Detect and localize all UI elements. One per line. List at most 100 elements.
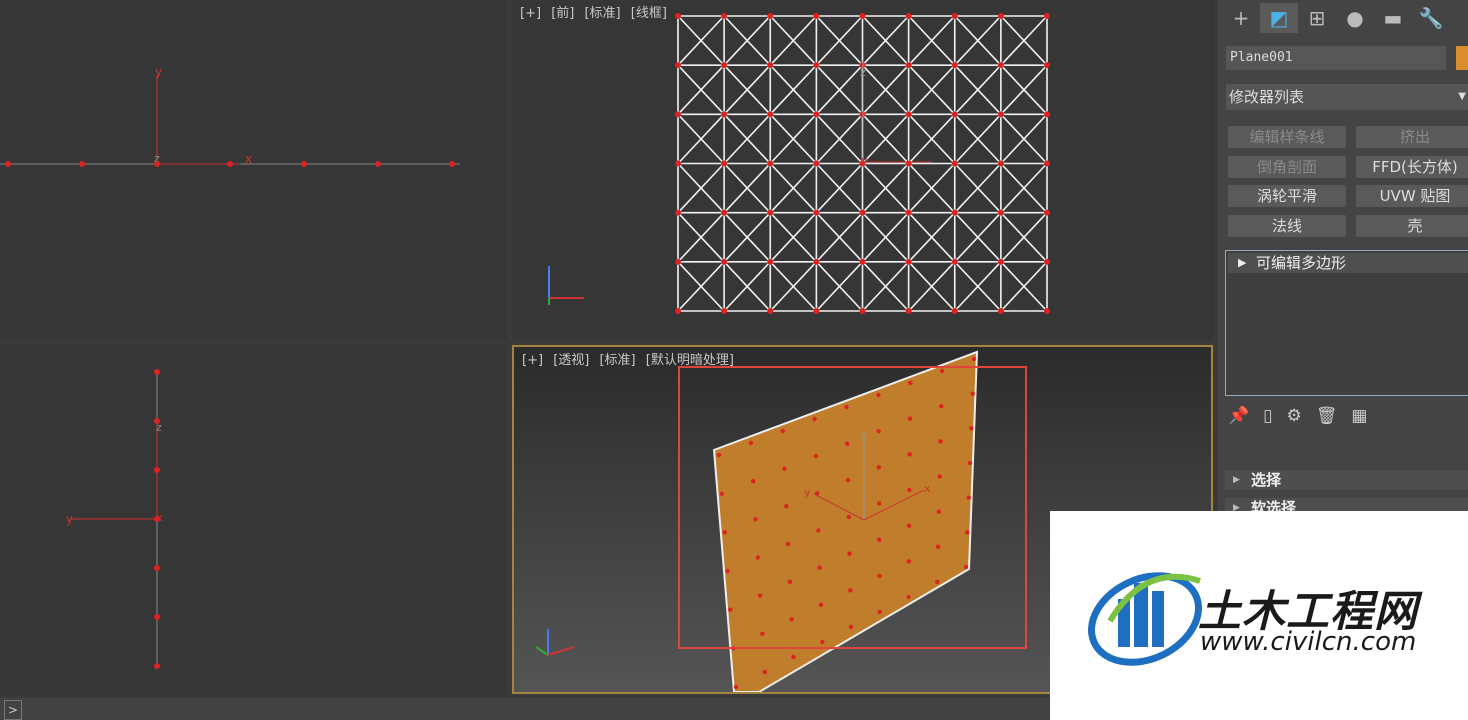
viewport-standard-menu[interactable]: [标准]	[599, 353, 635, 368]
modifier-stack: ▶ 可编辑多边形	[1225, 250, 1468, 396]
modify-icon[interactable]: ◩	[1260, 3, 1298, 33]
vertex-point	[845, 478, 851, 483]
vertex-point	[812, 416, 817, 422]
vertex-point	[965, 530, 970, 535]
display-icon[interactable]: ▬	[1374, 3, 1412, 33]
viewport-view-menu[interactable]: [前]	[551, 6, 574, 21]
expand-track-bar-button[interactable]: >	[4, 700, 22, 720]
vertex-point	[845, 441, 850, 446]
vertex-point	[936, 509, 942, 514]
vertex-point	[876, 392, 881, 398]
vertex-point	[876, 501, 882, 506]
vertex-point	[963, 564, 969, 570]
viewport-left[interactable]: y z x	[0, 345, 507, 695]
vertex-point	[906, 559, 911, 564]
viewport-menu-plus[interactable]: [+]	[520, 6, 541, 21]
viewport-front[interactable]: zy [+] [前] [标准] [线框]	[512, 0, 1213, 340]
vertex-point	[848, 588, 853, 593]
modifier-button-bevel-profile[interactable]: 倒角剖面	[1228, 156, 1346, 178]
vertex-point	[935, 579, 940, 585]
plane-object	[712, 350, 979, 692]
remove-modifier-icon[interactable]: 🗑	[1316, 406, 1338, 426]
vertex-point	[748, 440, 754, 446]
vertex-point	[876, 429, 881, 434]
vertex-point	[939, 368, 945, 374]
vertex-point	[719, 491, 724, 496]
modifier-button-turbosmooth[interactable]: 涡轮平滑	[1228, 185, 1346, 207]
vertex-point	[728, 607, 733, 612]
modifier-button-edit-spline[interactable]: 编辑样条线	[1228, 126, 1346, 148]
vertex-point	[907, 416, 913, 421]
viewport-menu-plus[interactable]: [+]	[522, 353, 543, 368]
vertex-point	[939, 404, 944, 409]
object-color-swatch[interactable]	[1456, 46, 1468, 70]
watermark-logo: 土木工程网 www.civilcn.com	[1050, 511, 1468, 720]
axis-x-label: x	[924, 482, 931, 495]
motion-icon[interactable]: ●	[1336, 3, 1374, 33]
vertex-point	[938, 439, 943, 444]
vertex-point	[725, 568, 730, 574]
vertex-point	[846, 514, 851, 520]
vertex-point	[785, 541, 791, 547]
modifier-button-ffd-box[interactable]: FFD(长方体)	[1356, 156, 1468, 178]
create-icon[interactable]: +	[1222, 3, 1260, 33]
vertex-point	[970, 391, 975, 396]
axis-label: z	[860, 66, 866, 79]
vertex-point	[937, 474, 942, 479]
vertex-point	[848, 624, 854, 630]
viewport-shading-menu[interactable]: [默认明暗处理]	[646, 353, 734, 368]
viewport-view-menu[interactable]: [透视]	[553, 353, 589, 368]
viewport-shading-menu[interactable]: [线框]	[631, 6, 667, 21]
vertex-point	[780, 428, 785, 434]
vertex-point	[733, 684, 739, 690]
watermark-site-url: www.civilcn.com	[1200, 627, 1417, 657]
axis-x-label: x	[245, 152, 252, 166]
vertex-point	[753, 517, 758, 522]
object-name-field[interactable]: Plane001	[1226, 46, 1446, 70]
left-view-canvas: y z x	[66, 369, 163, 669]
hierarchy-icon[interactable]: ⊞	[1298, 3, 1336, 33]
stack-item-editable-poly[interactable]: ▶ 可编辑多边形	[1228, 253, 1468, 273]
vertex-point	[967, 460, 973, 466]
stack-item-label: 可编辑多边形	[1256, 254, 1347, 272]
vertex-point	[789, 617, 794, 622]
expand-icon: ▶	[1233, 475, 1240, 485]
vertex-point	[787, 579, 793, 584]
vertex-point	[813, 454, 819, 459]
vertex-point	[751, 479, 756, 484]
rollout-selection[interactable]: ▶ 选择	[1225, 470, 1468, 490]
vertex-point	[935, 544, 941, 549]
viewport-top[interactable]: y x z	[0, 0, 507, 340]
status-bar: >	[0, 698, 1050, 720]
expand-icon[interactable]: ▶	[1238, 253, 1246, 273]
vertex-point	[716, 452, 722, 458]
vertex-point	[877, 537, 882, 542]
vertex-point	[907, 452, 912, 457]
modifier-button-shell[interactable]: 壳	[1356, 215, 1468, 237]
front-view-canvas: zy	[548, 13, 1050, 314]
pin-stack-icon[interactable]: 📌	[1228, 406, 1249, 426]
vertex-point	[847, 551, 852, 556]
modifier-button-extrude[interactable]: 挤出	[1356, 126, 1468, 148]
modifier-list-dropdown[interactable]: 修改器列表 ▼	[1226, 84, 1468, 110]
axis-z-label: z	[861, 429, 867, 442]
axis-tripod	[535, 629, 575, 656]
viewport-front-label: [+] [前] [标准] [线框]	[520, 2, 673, 21]
rollout-label: 选择	[1251, 471, 1282, 489]
modifier-button-normal[interactable]: 法线	[1228, 215, 1346, 237]
viewport-standard-menu[interactable]: [标准]	[584, 6, 620, 21]
make-unique-icon[interactable]: ⚙	[1287, 406, 1302, 426]
vertex-point	[791, 654, 796, 660]
command-tabs: + ◩ ⊞ ● ▬ 🔧	[1218, 0, 1468, 36]
modifier-button-uvw-map[interactable]: UVW 贴图	[1356, 185, 1468, 207]
vertex-point	[971, 356, 977, 362]
vertex-point	[784, 504, 789, 509]
configure-sets-icon[interactable]: ▦	[1351, 406, 1367, 426]
vertex-point	[760, 631, 765, 636]
vertex-point	[818, 602, 824, 607]
vertex-point	[816, 528, 821, 533]
vertex-point	[908, 380, 913, 386]
vertex-point	[969, 426, 974, 431]
utilities-icon[interactable]: 🔧	[1412, 3, 1450, 33]
show-end-result-icon[interactable]: ▯	[1263, 406, 1272, 426]
